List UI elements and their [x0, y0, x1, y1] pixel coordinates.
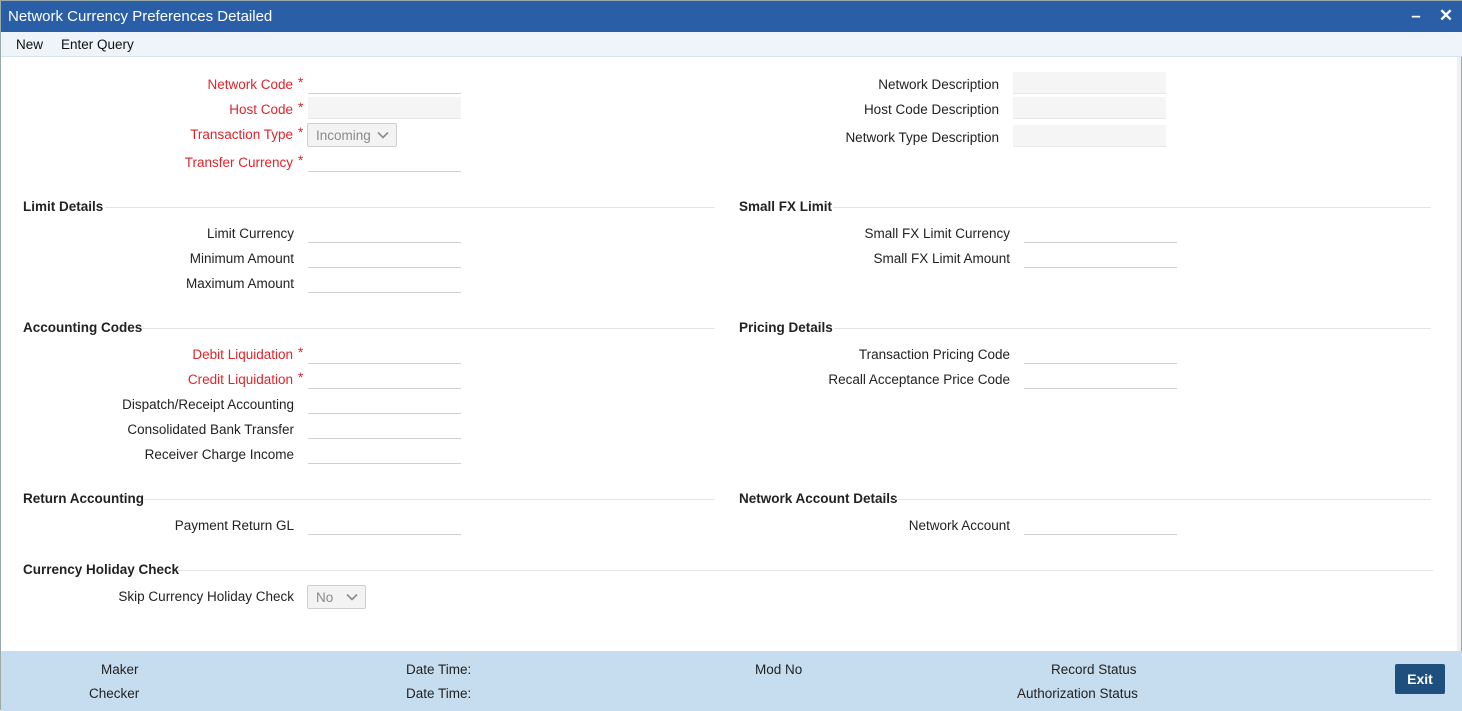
required-marker: *	[298, 153, 304, 168]
close-icon[interactable]: ✕	[1435, 5, 1457, 27]
skip-currency-holiday-check-value: No	[316, 590, 334, 605]
exit-button[interactable]: Exit	[1395, 664, 1445, 694]
required-marker: *	[298, 370, 304, 385]
transfer-currency-input[interactable]	[308, 150, 461, 172]
audit-footer	[1, 651, 1462, 711]
network-description-label: Network Description	[878, 77, 999, 92]
maker-label: Maker	[101, 662, 139, 677]
divider	[895, 499, 1431, 500]
transfer-currency-label: Transfer Currency	[184, 155, 293, 170]
host-code-input[interactable]	[308, 97, 461, 119]
section-limit-details: Limit Details	[23, 199, 104, 214]
section-small-fx-limit: Small FX Limit	[739, 199, 833, 214]
divider	[142, 328, 715, 329]
network-currency-preferences-window: Network Currency Preferences Detailed – …	[0, 0, 1462, 711]
minimum-amount-input[interactable]	[308, 246, 461, 268]
checker-label: Checker	[89, 686, 140, 701]
dispatch-receipt-accounting-label: Dispatch/Receipt Accounting	[122, 397, 294, 412]
divider	[105, 207, 715, 208]
dispatch-receipt-accounting-input[interactable]	[308, 392, 461, 414]
required-marker: *	[298, 75, 304, 90]
transaction-pricing-code-input[interactable]	[1024, 342, 1177, 364]
chevron-down-icon	[377, 131, 389, 139]
maker-date-time-label: Date Time:	[406, 662, 472, 677]
record-status-label: Record Status	[1051, 662, 1137, 677]
section-return-accounting: Return Accounting	[23, 491, 144, 506]
transaction-pricing-code-label: Transaction Pricing Code	[858, 347, 1010, 362]
scrollbar[interactable]	[1457, 57, 1461, 651]
small-fx-limit-amount-input[interactable]	[1024, 246, 1177, 268]
section-network-account-details: Network Account Details	[739, 491, 898, 506]
checker-date-time-label: Date Time:	[406, 686, 472, 701]
minimum-amount-label: Minimum Amount	[189, 251, 294, 266]
chevron-down-icon	[346, 593, 358, 601]
network-code-input[interactable]	[308, 72, 461, 94]
divider	[834, 328, 1431, 329]
skip-currency-holiday-check-select[interactable]: No	[307, 585, 366, 609]
section-currency-holiday-check: Currency Holiday Check	[23, 562, 180, 577]
network-account-label: Network Account	[908, 518, 1010, 533]
receiver-charge-income-input[interactable]	[308, 442, 461, 464]
small-fx-limit-currency-input[interactable]	[1024, 221, 1177, 243]
network-type-description-input[interactable]	[1013, 125, 1166, 147]
minimize-icon[interactable]: –	[1405, 5, 1427, 27]
menu-bar: New Enter Query	[1, 32, 1462, 57]
receiver-charge-income-label: Receiver Charge Income	[144, 447, 294, 462]
maximum-amount-input[interactable]	[308, 271, 461, 293]
transaction-type-select[interactable]: Incoming	[307, 123, 397, 147]
debit-liquidation-label: Debit Liquidation	[192, 347, 293, 362]
small-fx-limit-amount-label: Small FX Limit Amount	[873, 251, 1010, 266]
recall-acceptance-price-code-label: Recall Acceptance Price Code	[828, 372, 1010, 387]
skip-currency-holiday-check-label: Skip Currency Holiday Check	[118, 589, 294, 604]
host-code-description-label: Host Code Description	[863, 102, 999, 117]
network-description-input[interactable]	[1013, 72, 1166, 94]
limit-currency-input[interactable]	[308, 221, 461, 243]
menu-new[interactable]: New	[16, 37, 43, 52]
transaction-type-label: Transaction Type	[190, 127, 293, 142]
menu-enter-query[interactable]: Enter Query	[61, 37, 134, 52]
transaction-type-value: Incoming	[316, 128, 371, 143]
required-marker: *	[298, 100, 304, 115]
debit-liquidation-input[interactable]	[308, 342, 461, 364]
host-code-label: Host Code	[229, 102, 293, 117]
section-accounting-codes: Accounting Codes	[23, 320, 143, 335]
divider	[833, 207, 1431, 208]
maximum-amount-label: Maximum Amount	[185, 276, 294, 291]
mod-no-label: Mod No	[755, 662, 803, 677]
small-fx-limit-currency-label: Small FX Limit Currency	[864, 226, 1010, 241]
required-marker: *	[298, 345, 304, 360]
credit-liquidation-input[interactable]	[308, 367, 461, 389]
consolidated-bank-transfer-label: Consolidated Bank Transfer	[127, 422, 294, 437]
payment-return-gl-label: Payment Return GL	[174, 518, 294, 533]
network-code-label: Network Code	[207, 77, 293, 92]
payment-return-gl-input[interactable]	[308, 513, 461, 535]
network-type-description-label: Network Type Description	[845, 130, 999, 145]
divider	[177, 570, 1433, 571]
required-marker: *	[298, 125, 304, 140]
host-code-description-input[interactable]	[1013, 97, 1166, 119]
title-bar: Network Currency Preferences Detailed – …	[1, 1, 1462, 32]
consolidated-bank-transfer-input[interactable]	[308, 417, 461, 439]
network-account-input[interactable]	[1024, 513, 1177, 535]
credit-liquidation-label: Credit Liquidation	[187, 372, 293, 387]
authorization-status-label: Authorization Status	[1017, 686, 1138, 701]
divider	[144, 499, 715, 500]
section-pricing-details: Pricing Details	[739, 320, 833, 335]
window-title: Network Currency Preferences Detailed	[8, 8, 273, 25]
limit-currency-label: Limit Currency	[206, 226, 294, 241]
recall-acceptance-price-code-input[interactable]	[1024, 367, 1177, 389]
